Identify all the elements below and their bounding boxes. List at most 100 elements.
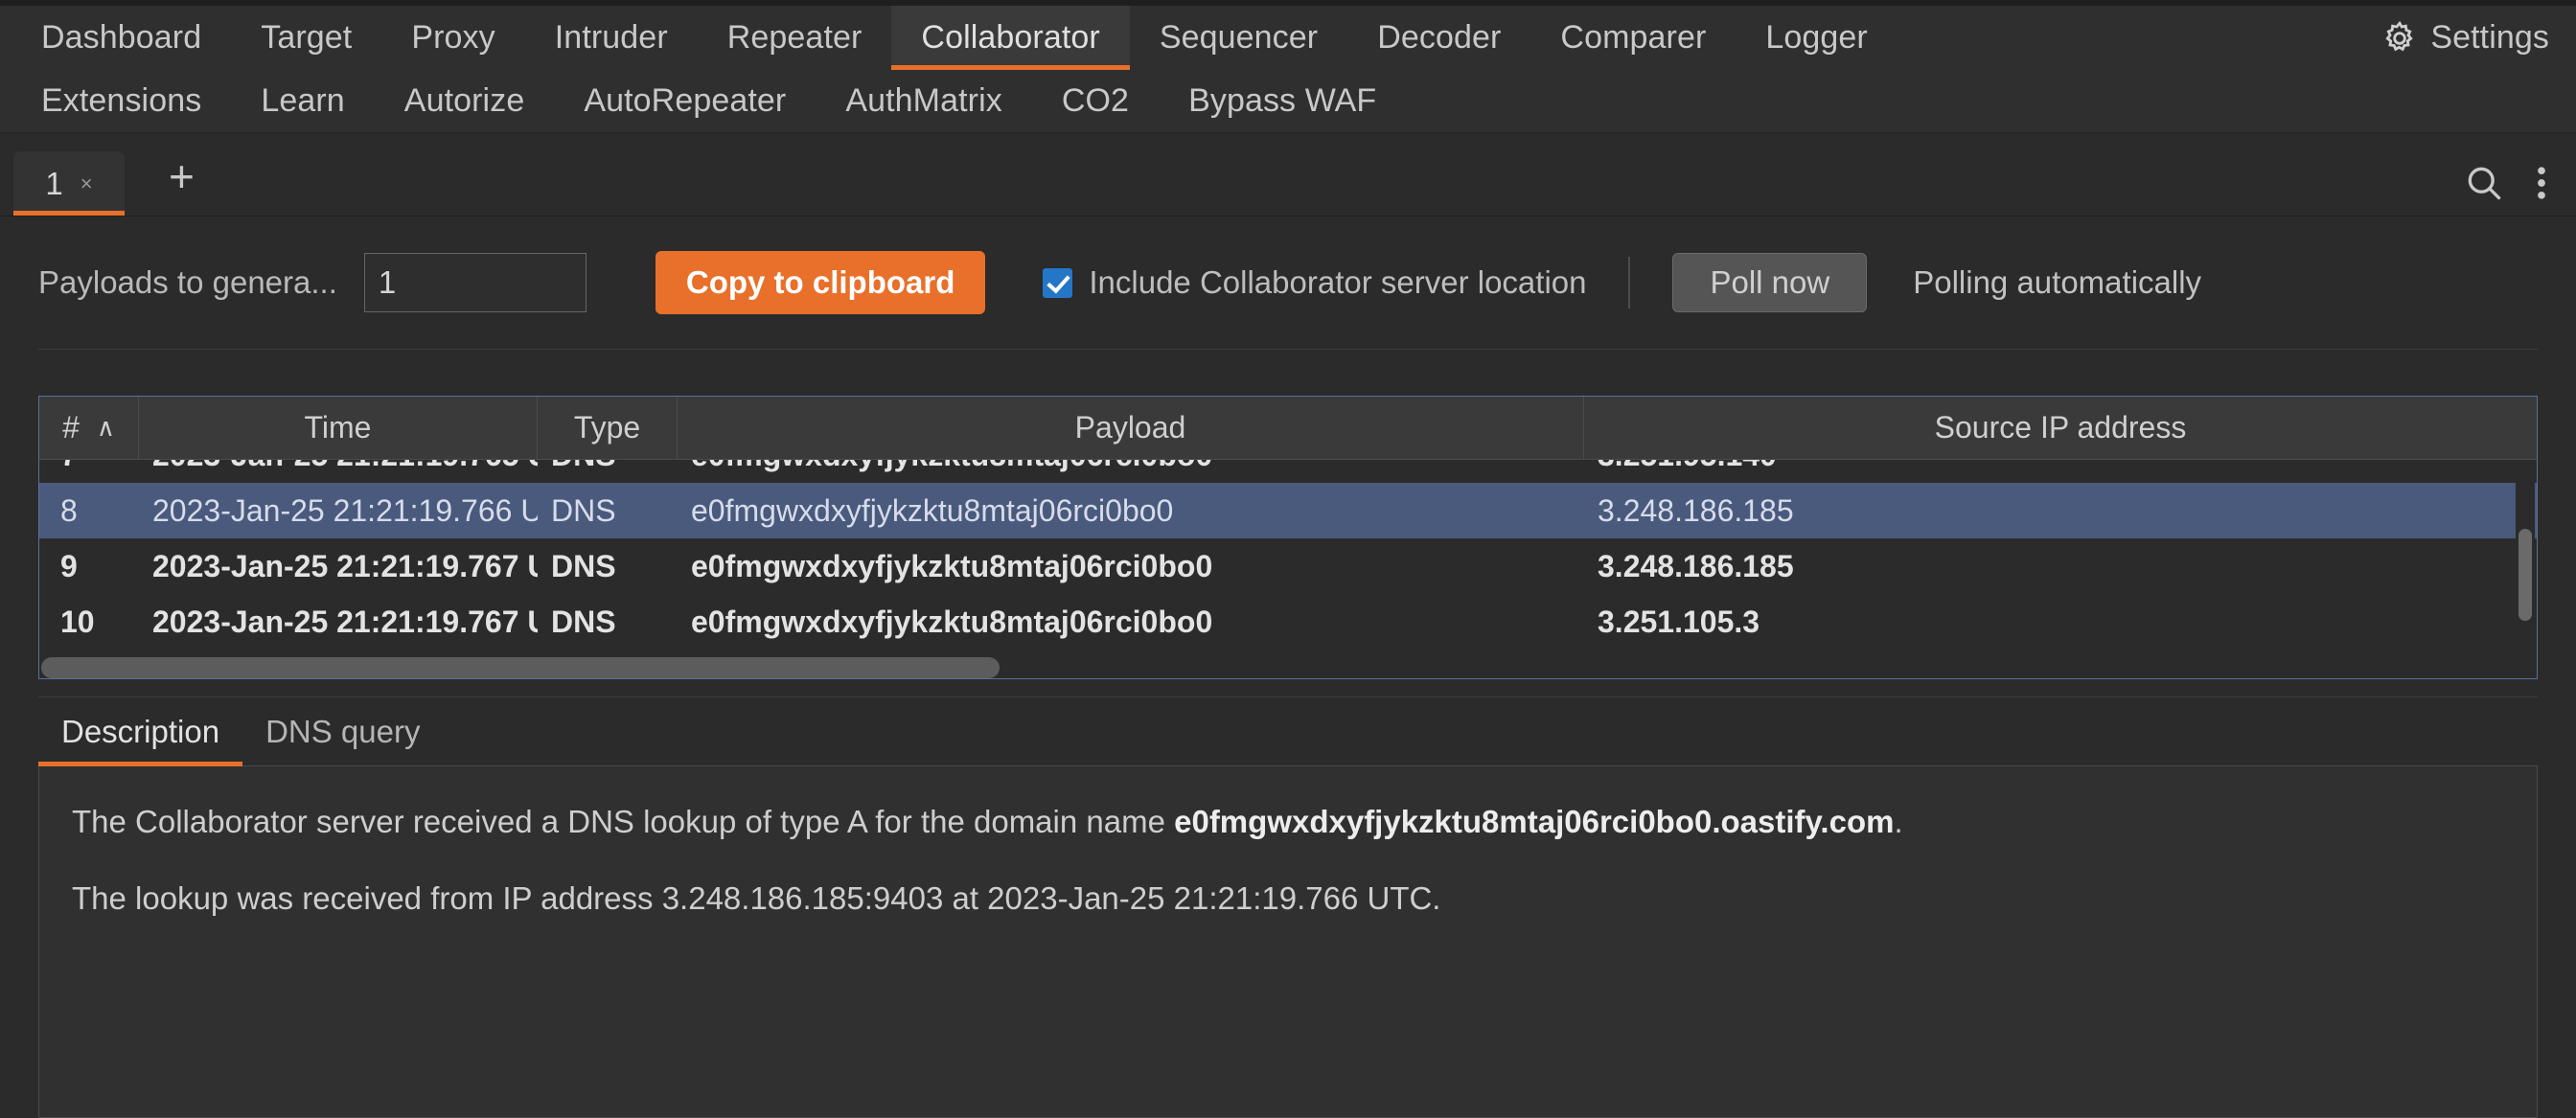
menu-item-label: Repeater: [726, 19, 862, 56]
menu-item-label: Comparer: [1560, 19, 1707, 56]
column-header-type-label: Type: [573, 410, 641, 445]
menu-item-target[interactable]: Target: [231, 6, 381, 70]
cell-time: 2023-Jan-25 21:21:19.766 UTC: [152, 492, 538, 528]
menu-item-repeater[interactable]: Repeater: [698, 6, 892, 70]
table-row[interactable]: 72023-Jan-25 21:21:19.765 UTCDNSe0fmgwxd…: [39, 460, 2537, 483]
include-server-location-label: Include Collaborator server location: [1089, 264, 1587, 300]
menu-item-collaborator[interactable]: Collaborator: [891, 6, 1131, 70]
menu-item-comparer[interactable]: Comparer: [1530, 6, 1736, 70]
column-header-payload-label: Payload: [1074, 410, 1186, 445]
gear-icon: [2380, 19, 2419, 57]
menu-item-label: Learn: [261, 82, 345, 119]
menu-item-label: Settings: [2430, 19, 2549, 56]
column-header-payload[interactable]: Payload: [678, 397, 1584, 459]
interaction-detail-pane: Description DNS query The Collaborator se…: [38, 696, 2538, 1118]
menu-item-authmatrix[interactable]: AuthMatrix: [816, 70, 1032, 132]
menu-item-label: Proxy: [411, 19, 495, 56]
burp-suite-window: Dashboard Target Proxy Intruder Repeater Coll…: [0, 0, 2576, 1118]
menu-item-co2[interactable]: CO2: [1032, 70, 1159, 132]
menu-item-label: Autorize: [403, 82, 525, 119]
cell-type: DNS: [551, 604, 616, 639]
detail-tab-label: DNS query: [265, 713, 421, 749]
menu-item-label: Collaborator: [921, 19, 1100, 56]
menu-item-label: AutoRepeater: [584, 82, 787, 119]
menu-item-proxy[interactable]: Proxy: [381, 6, 524, 70]
table-row[interactable]: 8 2023-Jan-25 21:21:19.766 UTC DNS e0fmgwxd…: [39, 483, 2537, 538]
table-header-row: # ∧ Time Type Payload Source IP address: [39, 397, 2537, 460]
menu-item-label: Target: [261, 19, 353, 56]
cell-source-ip: 3.251.105.3: [1598, 604, 1760, 639]
menu-item-label: Extensions: [41, 82, 202, 119]
detail-tab-description[interactable]: Description: [38, 697, 243, 766]
menu-item-learn[interactable]: Learn: [231, 70, 374, 132]
menu-item-intruder[interactable]: Intruder: [525, 6, 698, 70]
cell-payload: e0fmgwxdxyfjykzktu8mtaj06rci0bo0: [678, 460, 1584, 473]
description-line-1: The Collaborator server received a DNS l…: [72, 804, 2504, 839]
checkbox-indicator[interactable]: [1043, 267, 1073, 298]
detail-tab-dns-query[interactable]: DNS query: [242, 697, 443, 765]
add-tab-button[interactable]: +: [151, 154, 212, 208]
menu-item-label: Bypass WAF: [1188, 82, 1377, 119]
menu-item-dashboard[interactable]: Dashboard: [12, 6, 231, 70]
table-row-partial[interactable]: 72023-Jan-25 21:21:19.765 UTCDNSe0fmgwxd…: [39, 460, 2537, 483]
cell-time: 2023-Jan-25 21:21:19.767 UTC: [152, 548, 538, 583]
toolbar-divider: [1628, 257, 1631, 308]
menu-item-extensions[interactable]: Extensions: [12, 70, 231, 132]
table-row[interactable]: 10 2023-Jan-25 21:21:19.767 UTC DNS e0fmgwx…: [39, 594, 2537, 650]
menu-item-settings[interactable]: Settings: [2351, 6, 2576, 70]
search-icon[interactable]: [2463, 162, 2505, 204]
kebab-menu-icon[interactable]: [2534, 162, 2549, 204]
detail-tab-bar: Description DNS query: [38, 697, 2538, 766]
poll-now-button[interactable]: Poll now: [1672, 253, 1868, 312]
menu-item-label: Intruder: [554, 19, 668, 56]
menu-item-bypass-waf[interactable]: Bypass WAF: [1159, 70, 1406, 132]
column-header-type[interactable]: Type: [538, 397, 678, 459]
collaborator-tab-1[interactable]: 1 ×: [13, 151, 125, 216]
cell-type: DNS: [551, 548, 616, 583]
collaborator-toolbar: Payloads to genera... Copy to clipboard …: [0, 217, 2576, 349]
description-line-1-prefix: The Collaborator server received a DNS l…: [72, 804, 1175, 839]
table-row[interactable]: 9 2023-Jan-25 21:21:19.767 UTC DNS e0fmgwxd…: [39, 538, 2537, 594]
cell-type: DNS: [551, 492, 616, 528]
toolbar-separator: [38, 349, 2538, 350]
cell-number: 9: [60, 548, 78, 583]
interactions-table: # ∧ Time Type Payload Source IP address …: [38, 396, 2538, 679]
collaborator-tab-strip: 1 × +: [0, 133, 2576, 217]
menu-item-sequencer[interactable]: Sequencer: [1130, 6, 1347, 70]
scrollbar-thumb[interactable]: [41, 657, 1000, 678]
column-header-time[interactable]: Time: [139, 397, 538, 459]
menu-row-primary: Dashboard Target Proxy Intruder Repeater Coll…: [12, 6, 2576, 70]
tab-strip-actions: [2463, 162, 2549, 204]
cell-payload: e0fmgwxdxyfjykzktu8mtaj06rci0bo0: [691, 548, 1213, 583]
menu-item-logger[interactable]: Logger: [1736, 6, 1897, 70]
payloads-to-generate-label: Payloads to genera...: [38, 264, 337, 300]
column-header-number[interactable]: # ∧: [39, 397, 139, 459]
cell-type: DNS: [538, 460, 678, 473]
description-domain-name: e0fmgwxdxyfjykzktu8mtaj06rci0bo0.oastify…: [1174, 804, 1895, 839]
include-server-location-checkbox[interactable]: Include Collaborator server location: [1043, 264, 1586, 301]
menu-item-label: Sequencer: [1159, 19, 1319, 56]
table-body: 72023-Jan-25 21:21:19.765 UTCDNSe0fmgwxd…: [39, 460, 2537, 678]
table-vertical-scrollbar[interactable]: [2516, 464, 2535, 653]
description-line-1-suffix: .: [1894, 804, 1903, 839]
column-header-source-ip-label: Source IP address: [1934, 410, 2187, 445]
copy-to-clipboard-button[interactable]: Copy to clipboard: [655, 251, 986, 314]
cell-source-ip: 3.251.95.140: [1584, 460, 2537, 473]
menu-item-autorize[interactable]: Autorize: [375, 70, 555, 132]
polling-status-text: Polling automatically: [1913, 264, 2202, 300]
column-header-time-label: Time: [304, 410, 372, 445]
menu-item-autorepeater[interactable]: AutoRepeater: [554, 70, 816, 132]
menu-item-label: AuthMatrix: [845, 82, 1002, 119]
table-horizontal-scrollbar[interactable]: [41, 657, 2535, 678]
menu-item-label: Logger: [1765, 19, 1868, 56]
cell-payload: e0fmgwxdxyfjykzktu8mtaj06rci0bo0: [691, 604, 1213, 639]
close-icon[interactable]: ×: [80, 171, 93, 196]
tab-label: 1: [45, 165, 63, 201]
payloads-count-input[interactable]: [363, 253, 586, 312]
cell-time: 2023-Jan-25 21:21:19.767 UTC: [152, 604, 538, 639]
menu-item-decoder[interactable]: Decoder: [1347, 6, 1530, 70]
column-header-source-ip[interactable]: Source IP address: [1584, 397, 2537, 459]
scrollbar-thumb[interactable]: [2518, 529, 2532, 621]
cell-source-ip: 3.248.186.185: [1598, 492, 1794, 528]
menu-item-label: Decoder: [1377, 19, 1502, 56]
